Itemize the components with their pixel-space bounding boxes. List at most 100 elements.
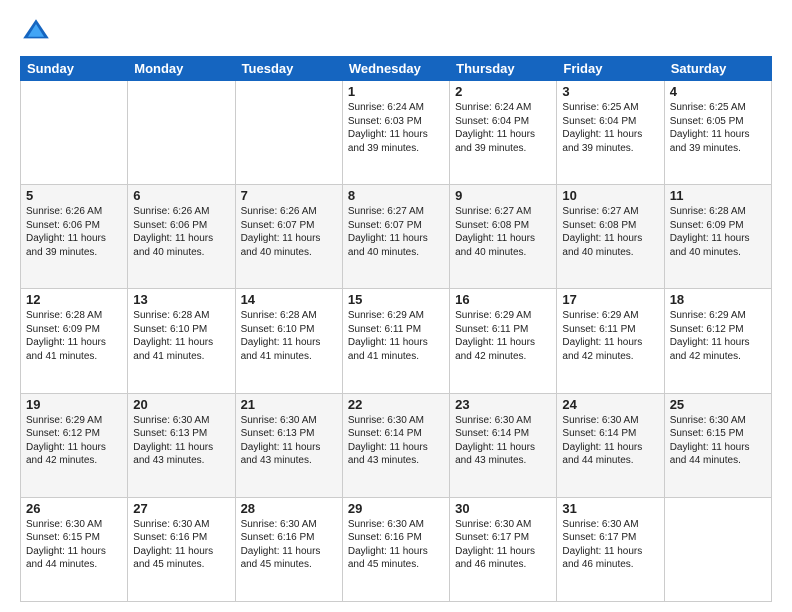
day-number: 24 (562, 397, 658, 412)
week-row-2: 5 Sunrise: 6:26 AM Sunset: 6:06 PM Daylig… (21, 185, 772, 289)
day-header-sunday: Sunday (21, 57, 128, 81)
day-number: 13 (133, 292, 229, 307)
calendar-cell: 11 Sunrise: 6:28 AM Sunset: 6:09 PM Dayli… (664, 185, 771, 289)
week-row-4: 19 Sunrise: 6:29 AM Sunset: 6:12 PM Dayli… (21, 393, 772, 497)
day-header-tuesday: Tuesday (235, 57, 342, 81)
day-header-friday: Friday (557, 57, 664, 81)
day-info: Sunrise: 6:26 AM Sunset: 6:07 PM Dayligh… (241, 205, 337, 259)
calendar-cell: 5Sunrise: 6:26 AM Sunset: 6:06 PM Daylig… (21, 185, 128, 289)
day-info: Sunrise: 6:30 AM Sunset: 6:17 PM Dayligh… (455, 518, 551, 572)
calendar-cell: 16 Sunrise: 6:29 AM Sunset: 6:11 PM Dayli… (450, 289, 557, 393)
day-number: 6 (133, 188, 229, 203)
calendar-cell: 13 Sunrise: 6:28 AM Sunset: 6:10 PM Dayli… (128, 289, 235, 393)
header (20, 16, 772, 48)
day-number: 2 (455, 84, 551, 99)
day-number: 23 (455, 397, 551, 412)
day-info: Sunrise: 6:24 AM Sunset: 6:04 PM Dayligh… (455, 101, 551, 155)
day-info: Sunrise: 6:29 AM Sunset: 6:12 PM Dayligh… (670, 309, 766, 363)
calendar-cell: 25 Sunrise: 6:30 AM Sunset: 6:15 PM Dayli… (664, 393, 771, 497)
day-info: Sunrise: 6:30 AM Sunset: 6:14 PM Dayligh… (348, 414, 444, 468)
calendar-table: SundayMondayTuesdayWednesdayThursdayFrid… (20, 56, 772, 602)
day-number: 10 (562, 188, 658, 203)
calendar-cell: 14 Sunrise: 6:28 AM Sunset: 6:10 PM Dayli… (235, 289, 342, 393)
calendar-cell: 31 Sunrise: 6:30 AM Sunset: 6:17 PM Dayli… (557, 497, 664, 601)
calendar-cell: 27Sunrise: 6:30 AM Sunset: 6:16 PM Dayli… (128, 497, 235, 601)
calendar-cell: 18 Sunrise: 6:29 AM Sunset: 6:12 PM Dayli… (664, 289, 771, 393)
day-info: Sunrise: 6:29 AM Sunset: 6:11 PM Dayligh… (348, 309, 444, 363)
day-info: Sunrise: 6:28 AM Sunset: 6:09 PM Dayligh… (670, 205, 766, 259)
calendar-cell: 17 Sunrise: 6:29 AM Sunset: 6:11 PM Dayli… (557, 289, 664, 393)
day-info: Sunrise: 6:29 AM Sunset: 6:11 PM Dayligh… (455, 309, 551, 363)
day-info: Sunrise: 6:30 AM Sunset: 6:17 PM Dayligh… (562, 518, 658, 572)
logo (20, 16, 56, 48)
day-number: 21 (241, 397, 337, 412)
day-number: 11 (670, 188, 766, 203)
day-header-saturday: Saturday (664, 57, 771, 81)
day-header-row: SundayMondayTuesdayWednesdayThursdayFrid… (21, 57, 772, 81)
calendar-cell: 26 Sunrise: 6:30 AM Sunset: 6:15 PM Dayli… (21, 497, 128, 601)
calendar-cell: 29 Sunrise: 6:30 AM Sunset: 6:16 PM Dayli… (342, 497, 449, 601)
day-info: Sunrise: 6:30 AM Sunset: 6:16 PM Dayligh… (348, 518, 444, 572)
day-info: Sunrise: 6:28 AM Sunset: 6:10 PM Dayligh… (241, 309, 337, 363)
week-row-1: 1 Sunrise: 6:24 AM Sunset: 6:03 PM Daylig… (21, 81, 772, 185)
day-number: 3 (562, 84, 658, 99)
day-info: Sunrise: 6:30 AM Sunset: 6:13 PM Dayligh… (241, 414, 337, 468)
calendar-cell: 7Sunrise: 6:26 AM Sunset: 6:07 PM Daylig… (235, 185, 342, 289)
day-number: 19 (26, 397, 122, 412)
day-number: 22 (348, 397, 444, 412)
day-number: 29 (348, 501, 444, 516)
calendar-cell: 30 Sunrise: 6:30 AM Sunset: 6:17 PM Dayli… (450, 497, 557, 601)
day-number: 26 (26, 501, 122, 516)
calendar-cell (664, 497, 771, 601)
calendar-cell (128, 81, 235, 185)
day-info: Sunrise: 6:29 AM Sunset: 6:12 PM Dayligh… (26, 414, 122, 468)
day-info: Sunrise: 6:30 AM Sunset: 6:15 PM Dayligh… (26, 518, 122, 572)
calendar-cell: 8 Sunrise: 6:27 AM Sunset: 6:07 PM Daylig… (342, 185, 449, 289)
day-info: Sunrise: 6:30 AM Sunset: 6:16 PM Dayligh… (133, 518, 229, 572)
day-info: Sunrise: 6:28 AM Sunset: 6:10 PM Dayligh… (133, 309, 229, 363)
day-info: Sunrise: 6:30 AM Sunset: 6:14 PM Dayligh… (455, 414, 551, 468)
day-number: 18 (670, 292, 766, 307)
day-info: Sunrise: 6:26 AM Sunset: 6:06 PM Dayligh… (133, 205, 229, 259)
day-number: 31 (562, 501, 658, 516)
calendar-cell: 24 Sunrise: 6:30 AM Sunset: 6:14 PM Dayli… (557, 393, 664, 497)
logo-icon (20, 16, 52, 48)
calendar-cell: 15 Sunrise: 6:29 AM Sunset: 6:11 PM Dayli… (342, 289, 449, 393)
day-number: 1 (348, 84, 444, 99)
day-header-monday: Monday (128, 57, 235, 81)
day-number: 12 (26, 292, 122, 307)
day-info: Sunrise: 6:27 AM Sunset: 6:07 PM Dayligh… (348, 205, 444, 259)
day-number: 30 (455, 501, 551, 516)
calendar-cell: 4Sunrise: 6:25 AM Sunset: 6:05 PM Daylig… (664, 81, 771, 185)
day-info: Sunrise: 6:24 AM Sunset: 6:03 PM Dayligh… (348, 101, 444, 155)
day-header-wednesday: Wednesday (342, 57, 449, 81)
calendar-cell: 12 Sunrise: 6:28 AM Sunset: 6:09 PM Dayli… (21, 289, 128, 393)
day-info: Sunrise: 6:29 AM Sunset: 6:11 PM Dayligh… (562, 309, 658, 363)
week-row-3: 12 Sunrise: 6:28 AM Sunset: 6:09 PM Dayli… (21, 289, 772, 393)
calendar-cell: 20Sunrise: 6:30 AM Sunset: 6:13 PM Dayli… (128, 393, 235, 497)
calendar-cell: 28 Sunrise: 6:30 AM Sunset: 6:16 PM Dayli… (235, 497, 342, 601)
day-number: 16 (455, 292, 551, 307)
calendar-cell (235, 81, 342, 185)
day-number: 25 (670, 397, 766, 412)
calendar-cell: 3Sunrise: 6:25 AM Sunset: 6:04 PM Daylig… (557, 81, 664, 185)
day-number: 8 (348, 188, 444, 203)
day-info: Sunrise: 6:30 AM Sunset: 6:16 PM Dayligh… (241, 518, 337, 572)
day-info: Sunrise: 6:27 AM Sunset: 6:08 PM Dayligh… (562, 205, 658, 259)
day-number: 9 (455, 188, 551, 203)
day-info: Sunrise: 6:30 AM Sunset: 6:13 PM Dayligh… (133, 414, 229, 468)
day-header-thursday: Thursday (450, 57, 557, 81)
calendar-cell: 2 Sunrise: 6:24 AM Sunset: 6:04 PM Daylig… (450, 81, 557, 185)
calendar-cell (21, 81, 128, 185)
calendar-cell: 21 Sunrise: 6:30 AM Sunset: 6:13 PM Dayli… (235, 393, 342, 497)
day-info: Sunrise: 6:28 AM Sunset: 6:09 PM Dayligh… (26, 309, 122, 363)
day-number: 5 (26, 188, 122, 203)
day-info: Sunrise: 6:30 AM Sunset: 6:14 PM Dayligh… (562, 414, 658, 468)
day-number: 28 (241, 501, 337, 516)
day-number: 14 (241, 292, 337, 307)
day-number: 15 (348, 292, 444, 307)
day-info: Sunrise: 6:30 AM Sunset: 6:15 PM Dayligh… (670, 414, 766, 468)
calendar-cell: 6 Sunrise: 6:26 AM Sunset: 6:06 PM Daylig… (128, 185, 235, 289)
day-number: 4 (670, 84, 766, 99)
day-number: 17 (562, 292, 658, 307)
